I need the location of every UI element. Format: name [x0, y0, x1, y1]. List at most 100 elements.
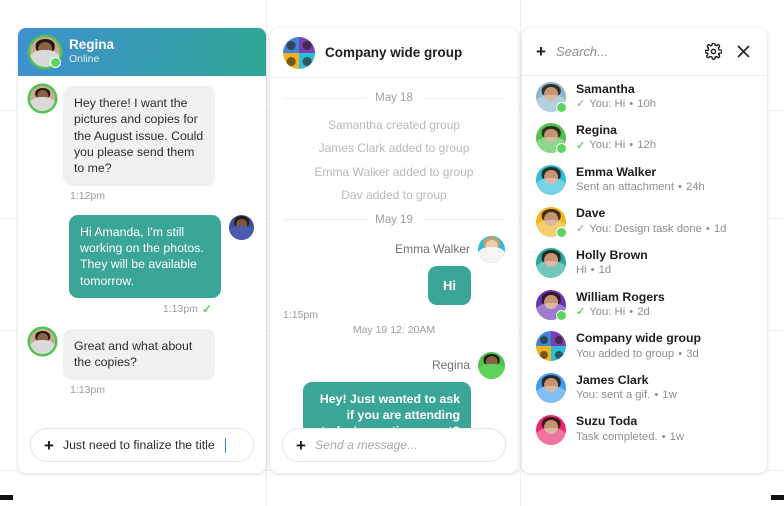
contact-preview: You: Hi	[589, 305, 626, 318]
message-timestamp: 1:13pm	[70, 383, 106, 396]
online-status-dot	[556, 309, 567, 321]
contact-time: 1w	[669, 430, 685, 443]
group-avatar	[536, 331, 566, 362]
separator-dot: •	[661, 430, 666, 443]
contact-list-item[interactable]: Regina ✓ You: Hi • 12h	[522, 118, 767, 160]
contact-preview-row: ✓ You: Hi • 2d	[576, 305, 665, 320]
date-label: May 18	[375, 92, 413, 104]
contact-preview-row: ✓ You: Design task done • 1d	[576, 222, 726, 237]
message-composer[interactable]: + Just need to finalize the title	[30, 428, 254, 462]
contact-list-item[interactable]: Samantha ✓ You: Hi • 10h	[522, 76, 767, 118]
contact-name: Suzu Toda	[576, 414, 638, 429]
contact-name: Dave	[576, 206, 606, 221]
contact-list-item[interactable]: Emma Walker Sent an attachment • 24h	[522, 159, 767, 201]
contact-preview: You: Hi	[589, 139, 626, 152]
contact-list-item[interactable]: Company wide group You added to group • 3d	[522, 326, 767, 368]
contact-name: Holly Brown	[576, 247, 648, 262]
contact-list-item[interactable]: James Clark You: sent a gif. • 1w	[522, 367, 767, 409]
contact-list-item[interactable]: Suzu Toda Task completed. • 1w	[522, 409, 767, 451]
read-receipt-icon: ✓	[576, 139, 586, 152]
contact-preview-row: Hi • 1d	[576, 263, 648, 278]
avatar	[229, 214, 254, 240]
system-message: Samantha created group	[327, 118, 461, 132]
avatar	[30, 37, 61, 68]
contact-time: 1d	[598, 264, 612, 277]
separator-dot: •	[629, 305, 634, 318]
contact-name: Company wide group	[576, 331, 702, 346]
contact-time: 1w	[662, 389, 677, 402]
gear-icon[interactable]	[703, 42, 723, 62]
online-status-dot	[556, 101, 567, 113]
contact-preview-row: Task completed. • 1w	[576, 430, 684, 445]
text-cursor	[224, 437, 227, 453]
contact-preview-row: ✓ You: Hi • 12h	[576, 138, 656, 153]
separator-dot: •	[678, 347, 683, 360]
message-input[interactable]: Just need to finalize the title	[63, 438, 215, 452]
contact-list-item[interactable]: Dave ✓ You: Design task done • 1d	[522, 201, 767, 243]
contact-preview-row: You added to group • 3d	[576, 347, 701, 362]
online-status-dot	[50, 57, 61, 68]
separator-dot: •	[705, 222, 710, 235]
contact-list-item[interactable]: Holly Brown Hi • 1d	[522, 242, 767, 284]
message-row: Hi	[283, 265, 505, 305]
message-timestamp-row: 1:13pm ✓	[30, 302, 212, 316]
avatar	[30, 86, 55, 111]
contact-preview: You: sent a gif.	[576, 389, 651, 402]
message-row: Hi Amanda, I'm still working on the phot…	[30, 214, 254, 299]
contact-name: William Rogers	[576, 289, 665, 304]
message-input-placeholder[interactable]: Send a message...	[315, 438, 418, 452]
contact-preview-row: You: sent a gif. • 1w	[576, 388, 677, 403]
avatar	[536, 165, 566, 196]
contact-name: James Clark	[576, 372, 649, 387]
contact-preview: You added to group	[576, 347, 675, 360]
read-receipt-icon: ✓	[576, 306, 586, 319]
system-message: Dav added to group	[341, 188, 447, 203]
contact-time: 3d	[686, 347, 699, 360]
close-icon[interactable]	[733, 42, 753, 62]
message-timestamp-full: May 19 12: 20AM	[352, 323, 436, 336]
avatar	[536, 206, 567, 238]
contact-name: Samantha	[576, 81, 635, 96]
contact-list-item[interactable]: William Rogers ✓ You: Hi • 2d	[522, 284, 767, 326]
contact-time: 10h	[637, 97, 657, 110]
crop-mark	[0, 495, 13, 500]
avatar	[536, 414, 566, 445]
message-timestamp: 1:15pm	[283, 308, 319, 321]
contact-time: 12h	[637, 139, 657, 152]
search-input[interactable]: Search...	[556, 44, 693, 59]
message-sender-row: Emma Walker	[283, 235, 505, 263]
separator-dot: •	[677, 181, 682, 194]
contact-name: Regina	[69, 37, 115, 53]
group-avatar	[283, 36, 315, 69]
separator-dot: •	[590, 264, 595, 277]
message-composer[interactable]: + Send a message...	[282, 428, 506, 462]
contact-preview: Task completed.	[576, 430, 658, 443]
plus-icon[interactable]: +	[536, 43, 546, 60]
contact-preview: Sent an attachment	[576, 181, 674, 194]
chat-panel-regina: Regina Online Hey there! I want the pict…	[18, 28, 266, 473]
online-status-dot	[556, 226, 567, 238]
contacts-panel: + Search... Samantha ✓ You: Hi • 10h Regina ✓ Y…	[522, 28, 767, 473]
read-receipt-icon: ✓	[576, 222, 586, 235]
contact-time: 2d	[637, 305, 650, 318]
search-bar: + Search...	[522, 28, 767, 76]
chat-header: Regina Online	[18, 28, 266, 76]
message-row: Great and what about the copies?	[30, 329, 254, 380]
message-bubble: Hey there! I want the pictures and copie…	[63, 86, 215, 186]
contact-list: Samantha ✓ You: Hi • 10h Regina ✓ You: Hi • 12h Em…	[522, 76, 767, 473]
chat-panel-group: Company wide group May 18 Samantha creat…	[270, 28, 518, 473]
contact-time: 1d	[713, 222, 727, 235]
system-message: James Clark added to group	[318, 141, 470, 156]
message-bubble: Great and what about the copies?	[63, 329, 215, 380]
plus-icon[interactable]: +	[296, 437, 306, 454]
contact-preview: You: Design task done	[589, 222, 702, 235]
plus-icon[interactable]: +	[44, 437, 54, 454]
avatar	[478, 235, 505, 263]
avatar	[536, 81, 567, 113]
date-label: May 19	[375, 213, 413, 226]
avatar	[30, 329, 55, 355]
contact-preview-row: Sent an attachment • 24h	[576, 180, 705, 195]
system-message: Emma Walker added to group	[314, 164, 474, 179]
crop-mark	[771, 495, 784, 500]
contact-preview: You: Hi	[589, 97, 626, 110]
